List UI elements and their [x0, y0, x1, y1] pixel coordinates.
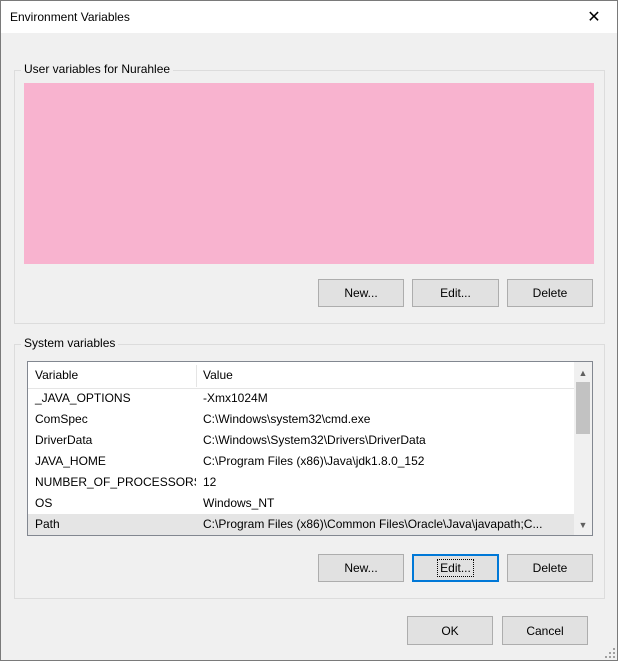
row-variable-name: ComSpec: [35, 412, 88, 426]
system-new-button[interactable]: New...: [318, 554, 404, 582]
column-header-variable[interactable]: Variable: [28, 362, 78, 389]
system-new-label: New...: [344, 561, 378, 575]
row-variable-value: C:\Program Files (x86)\Java\jdk1.8.0_152: [203, 454, 425, 468]
system-edit-button[interactable]: Edit...: [412, 554, 499, 582]
table-row[interactable]: DriverData C:\Windows\System32\Drivers\D…: [28, 430, 574, 451]
user-variables-label: User variables for Nurahlee: [21, 62, 174, 76]
row-variable-value: Windows_NT: [203, 496, 275, 510]
column-header-value[interactable]: Value: [196, 362, 233, 389]
scroll-up-icon[interactable]: ▲: [574, 364, 592, 381]
vertical-scrollbar[interactable]: ▲ ▼: [574, 362, 592, 535]
row-variable-value: C:\Program Files (x86)\Common Files\Orac…: [203, 517, 543, 531]
user-variables-list-redacted: [24, 83, 594, 264]
scrollbar-thumb[interactable]: [576, 382, 590, 434]
row-variable-value: -Xmx1024M: [203, 391, 268, 405]
table-row[interactable]: OS Windows_NT: [28, 493, 574, 514]
user-new-label: New...: [344, 286, 378, 300]
table-row[interactable]: ComSpec C:\Windows\system32\cmd.exe: [28, 409, 574, 430]
ok-button[interactable]: OK: [407, 616, 493, 645]
system-edit-label: Edit...: [437, 559, 474, 577]
row-variable-name: DriverData: [35, 433, 93, 447]
environment-variables-dialog: Environment Variables ✕ User variables f…: [0, 0, 618, 661]
cancel-label: Cancel: [526, 623, 564, 638]
list-header: Variable Value: [28, 362, 574, 389]
row-variable-name: JAVA_HOME: [35, 454, 106, 468]
row-variable-value: C:\Windows\system32\cmd.exe: [203, 412, 371, 426]
user-edit-label: Edit...: [440, 286, 471, 300]
row-variable-name: NUMBER_OF_PROCESSORS: [35, 475, 196, 489]
row-variable-value: 12: [203, 475, 217, 489]
row-variable-name: OS: [35, 496, 53, 510]
system-delete-button[interactable]: Delete: [507, 554, 593, 582]
row-variable-value: C:\Windows\System32\Drivers\DriverData: [203, 433, 426, 447]
table-row-selected[interactable]: Path C:\Program Files (x86)\Common Files…: [28, 514, 574, 535]
window-title: Environment Variables: [10, 10, 130, 24]
ok-label: OK: [441, 623, 459, 638]
user-delete-button[interactable]: Delete: [507, 279, 593, 307]
table-row[interactable]: JAVA_HOME C:\Program Files (x86)\Java\jd…: [28, 451, 574, 472]
system-variables-list[interactable]: Variable Value _JAVA_OPTIONS -Xmx1024M C…: [27, 361, 593, 536]
table-row[interactable]: NUMBER_OF_PROCESSORS 12: [28, 472, 574, 493]
table-row[interactable]: _JAVA_OPTIONS -Xmx1024M: [28, 388, 574, 409]
user-new-button[interactable]: New...: [318, 279, 404, 307]
title-bar: Environment Variables ✕: [1, 1, 617, 33]
system-delete-label: Delete: [532, 561, 568, 575]
resize-grip-icon[interactable]: [604, 647, 616, 659]
user-delete-label: Delete: [532, 286, 568, 300]
close-icon[interactable]: ✕: [571, 1, 617, 33]
scroll-down-icon[interactable]: ▼: [574, 516, 592, 533]
user-edit-button[interactable]: Edit...: [412, 279, 499, 307]
cancel-button[interactable]: Cancel: [502, 616, 588, 645]
row-variable-name: _JAVA_OPTIONS: [35, 391, 131, 405]
system-variables-label: System variables: [21, 336, 119, 350]
row-variable-name: Path: [35, 517, 60, 531]
